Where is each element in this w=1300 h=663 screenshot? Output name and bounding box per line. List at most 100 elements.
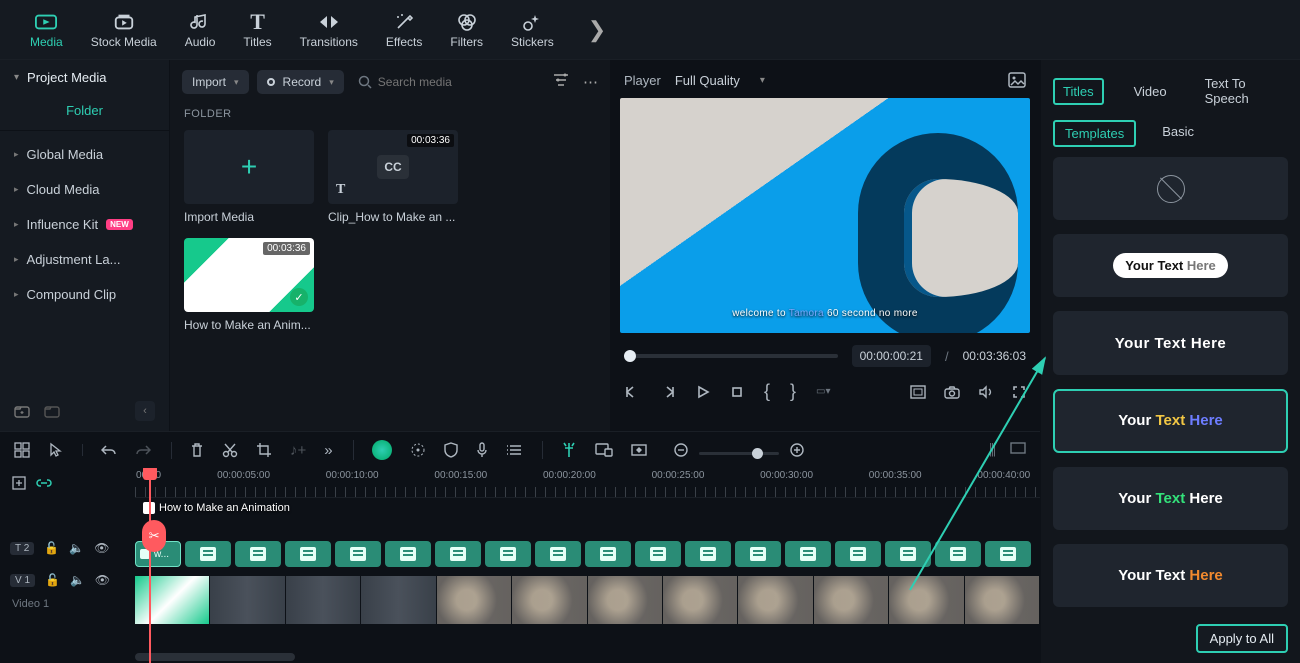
player-scrub-bar[interactable] [624, 354, 838, 358]
nav-stock-media[interactable]: Stock Media [91, 11, 157, 49]
template-none[interactable] [1053, 157, 1288, 220]
title-clip[interactable] [685, 541, 731, 567]
zoom-out-icon[interactable] [673, 442, 689, 458]
ai-icon[interactable] [372, 440, 392, 460]
crop-icon[interactable] [256, 442, 272, 458]
mute-icon[interactable]: 🔈 [69, 541, 84, 555]
nav-filters[interactable]: Filters [450, 11, 483, 49]
marker-icon[interactable] [561, 441, 577, 459]
video-clip-segment[interactable] [135, 576, 210, 624]
tl-add-icon[interactable] [12, 476, 26, 490]
video-clip-segment[interactable] [437, 576, 512, 624]
play-icon[interactable] [696, 385, 710, 399]
timeline-scrollbar[interactable] [135, 653, 295, 661]
nav-effects[interactable]: Effects [386, 11, 422, 49]
eye-icon[interactable]: 👁 [94, 541, 109, 555]
title-clip[interactable] [885, 541, 931, 567]
stop-icon[interactable] [730, 385, 744, 399]
list-icon[interactable] [506, 443, 522, 457]
tab-video[interactable]: Video [1126, 80, 1175, 103]
nav-transitions[interactable]: Transitions [300, 11, 358, 49]
template-orange[interactable]: Your Text Here [1053, 544, 1288, 607]
fullscreen-icon[interactable] [1012, 385, 1026, 399]
tl-layout-icon[interactable] [14, 442, 30, 458]
quality-dropdown[interactable]: Full Quality▾ [675, 73, 765, 88]
zoom-in-icon[interactable] [789, 442, 805, 458]
undo-icon[interactable] [101, 444, 117, 456]
shield-icon[interactable] [444, 442, 458, 458]
project-media-item[interactable]: ▾ Project Media [0, 60, 169, 95]
title-clip[interactable] [985, 541, 1031, 567]
tab-text-to-speech[interactable]: Text To Speech [1197, 72, 1288, 110]
ratio-icon[interactable]: ▭▾ [816, 386, 830, 397]
next-frame-icon[interactable] [660, 385, 676, 399]
timeline-ruler[interactable]: 00:00 00:00:05:00 00:00:10:00 00:00:15:0… [135, 468, 1040, 498]
screen-icon[interactable] [595, 443, 613, 457]
subtab-basic[interactable]: Basic [1152, 120, 1204, 147]
mixer-icon[interactable]: ⫼ [989, 442, 996, 459]
redo-icon[interactable] [135, 444, 151, 456]
video-clip-segment[interactable] [814, 576, 889, 624]
new-folder-icon[interactable] [14, 404, 30, 418]
media-tile-cc[interactable]: 00:03:36 CC T Clip_How to Make an ... [328, 130, 458, 224]
title-clip[interactable] [285, 541, 331, 567]
subtab-templates[interactable]: Templates [1053, 120, 1136, 147]
title-clip[interactable] [335, 541, 381, 567]
video-track[interactable]: How to Make an Animation [135, 576, 1040, 624]
player-viewport[interactable]: welcome to Tamora 60 second no more [620, 98, 1030, 333]
mark-out-icon[interactable]: } [790, 381, 796, 402]
video-clip-segment[interactable] [361, 576, 436, 624]
title-clip[interactable] [635, 541, 681, 567]
import-dropdown[interactable]: Import▾ [182, 70, 249, 94]
playhead-icon[interactable] [143, 468, 157, 480]
eye-icon[interactable]: 👁 [95, 573, 110, 587]
delete-icon[interactable] [190, 442, 204, 458]
more-icon[interactable]: ⋯ [583, 73, 598, 91]
video-track-head[interactable]: V 1 🔓 🔈 👁 [0, 564, 135, 596]
video-clip-segment[interactable] [663, 576, 738, 624]
title-clip[interactable] [385, 541, 431, 567]
collapse-sidebar-icon[interactable]: ‹ [135, 401, 155, 421]
title-clip[interactable] [185, 541, 231, 567]
media-tile-howto[interactable]: 00:03:36 ✓ How to Make an Anim... [184, 238, 314, 332]
lock-icon[interactable]: 🔓 [44, 541, 59, 555]
cut-bubble-icon[interactable]: ✂ [142, 520, 166, 552]
lock-icon[interactable]: 🔓 [45, 573, 60, 587]
tl-pointer-icon[interactable] [48, 442, 62, 458]
title-track-head[interactable]: T 2 🔓 🔈 👁 [0, 532, 135, 564]
video-clip-segment[interactable] [512, 576, 587, 624]
volume-icon[interactable] [978, 385, 994, 399]
video-clip-segment[interactable] [588, 576, 663, 624]
search-box[interactable] [358, 75, 488, 89]
sidebar-item-cloud-media[interactable]: ▸Cloud Media [0, 172, 169, 207]
video-clip-segment[interactable] [889, 576, 964, 624]
tl-link-icon[interactable] [36, 477, 52, 489]
title-clip[interactable] [535, 541, 581, 567]
title-clip[interactable] [735, 541, 781, 567]
filter-icon[interactable] [553, 73, 569, 91]
title-clip[interactable] [485, 541, 531, 567]
mark-in-icon[interactable]: { [764, 381, 770, 402]
search-input[interactable] [378, 75, 488, 89]
safe-zone-icon[interactable] [910, 385, 926, 399]
nav-more-icon[interactable]: ❯ [588, 17, 606, 43]
mute-icon[interactable]: 🔈 [70, 573, 85, 587]
template-multicolor[interactable]: Your Text Here [1053, 389, 1288, 453]
timeline-tracks[interactable]: 00:00 00:00:05:00 00:00:10:00 00:00:15:0… [135, 468, 1040, 663]
color-icon[interactable] [410, 442, 426, 458]
video-clip-segment[interactable] [965, 576, 1040, 624]
import-media-tile[interactable]: + Import Media [184, 130, 314, 224]
title-clip[interactable] [235, 541, 281, 567]
zoom-knob[interactable] [752, 448, 763, 459]
music-icon[interactable]: ♪+ [290, 442, 306, 459]
camera-icon[interactable] [944, 385, 960, 399]
nav-audio[interactable]: Audio [185, 11, 216, 49]
folder-link[interactable]: Folder [0, 95, 169, 131]
mic-icon[interactable] [476, 442, 488, 458]
keyframe-icon[interactable] [631, 443, 647, 457]
nav-stickers[interactable]: Stickers [511, 11, 554, 49]
apply-to-all-button[interactable]: Apply to All [1196, 624, 1288, 653]
nav-media[interactable]: Media [30, 11, 63, 49]
title-clip[interactable] [435, 541, 481, 567]
video-clip-segment[interactable] [738, 576, 813, 624]
